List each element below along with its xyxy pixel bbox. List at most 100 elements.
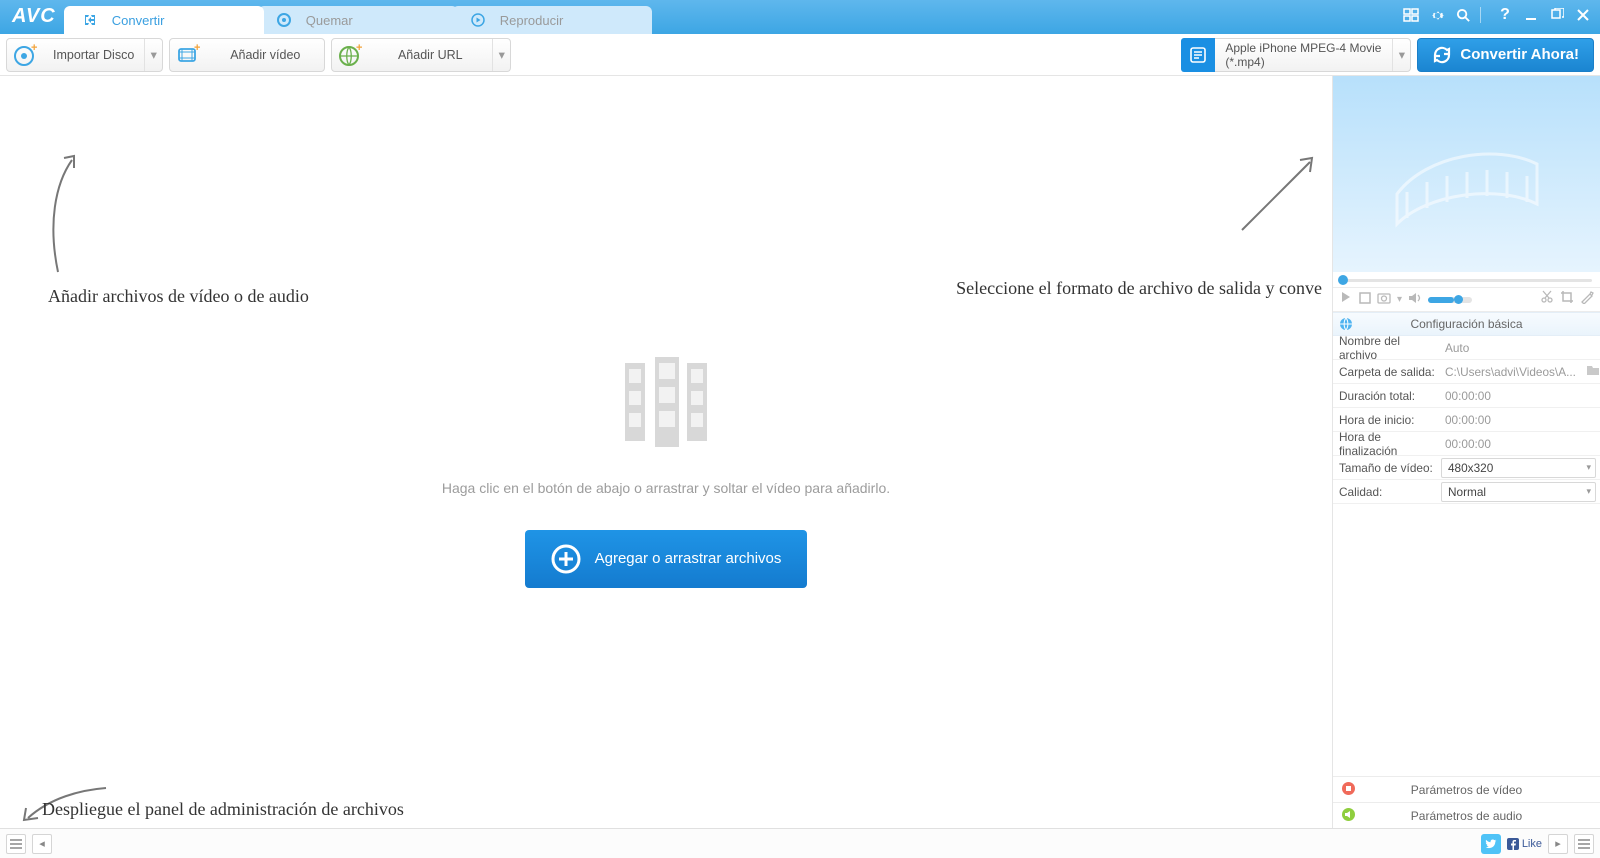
row-start-time: Hora de inicio:00:00:00 [1333, 408, 1600, 432]
play-icon [470, 12, 486, 28]
convert-icon [82, 12, 98, 28]
tab-label: Reproducir [500, 13, 564, 28]
preview-pane [1333, 76, 1600, 272]
collapse-right-icon[interactable]: ▸ [1548, 834, 1568, 854]
options-icon[interactable] [1402, 6, 1420, 24]
window-controls: ? [1402, 6, 1592, 24]
close-button[interactable] [1574, 6, 1592, 24]
video-size-select[interactable]: 480x320▾ [1441, 458, 1596, 478]
burn-icon [276, 12, 292, 28]
tab-label: Convertir [112, 13, 165, 28]
basic-config-header: Configuración básica [1333, 312, 1600, 336]
snapshot-icon[interactable] [1377, 291, 1391, 309]
maximize-button[interactable] [1548, 6, 1566, 24]
settings-icon[interactable] [1428, 6, 1446, 24]
seek-bar[interactable] [1333, 272, 1600, 288]
chevron-down-icon[interactable]: ▾ [1392, 39, 1410, 71]
button-label: Convertir Ahora! [1460, 46, 1579, 63]
row-output-folder: Carpeta de salida:C:\Users\advi\Videos\A… [1333, 360, 1600, 384]
import-disc-button[interactable]: + Importar Disco ▾ [6, 38, 163, 72]
add-url-button[interactable]: + Añadir URL ▾ [331, 38, 511, 72]
effects-icon[interactable] [1580, 290, 1594, 309]
arrow-hint-icon [1238, 154, 1318, 234]
globe-icon [1339, 317, 1353, 331]
hint-add-files: Añadir archivos de vídeo o de audio [48, 286, 309, 307]
button-label: Añadir vídeo [206, 48, 324, 62]
folder-icon[interactable] [1586, 364, 1600, 379]
chevron-down-icon[interactable]: ▾ [492, 39, 510, 71]
toolbar: + Importar Disco ▾ + Añadir vídeo + Añad… [0, 34, 1600, 76]
help-icon[interactable]: ? [1496, 6, 1514, 24]
tab-label: Quemar [306, 13, 353, 28]
footer: ◂ Like ▸ [0, 828, 1600, 858]
volume-slider[interactable] [1428, 297, 1472, 303]
button-label: Agregar o arrastrar archivos [595, 550, 782, 567]
chevron-down-icon: ▾ [1586, 462, 1591, 473]
search-icon[interactable] [1454, 6, 1472, 24]
tab-convert[interactable]: Convertir [64, 6, 264, 34]
video-params-icon [1341, 781, 1356, 799]
tab-burn[interactable]: Quemar [258, 6, 458, 34]
output-profile-selector[interactable]: Apple iPhone MPEG-4 Movie (*.mp4) ▾ [1181, 38, 1411, 72]
svg-text:+: + [356, 43, 362, 54]
add-drag-files-button[interactable]: Agregar o arrastrar archivos [525, 530, 808, 588]
facebook-icon [1507, 838, 1519, 850]
app-logo: AVC [0, 5, 70, 34]
list-view-icon[interactable] [1574, 834, 1594, 854]
button-label: Parámetros de vídeo [1411, 783, 1522, 797]
quality-select[interactable]: Normal▾ [1441, 482, 1596, 502]
disc-icon: + [11, 41, 39, 69]
hint-select-output: Seleccione el formato de archivo de sali… [956, 278, 1322, 299]
twitter-icon[interactable] [1481, 834, 1501, 854]
button-label: Parámetros de audio [1411, 809, 1522, 823]
button-label: Añadir URL [368, 48, 492, 62]
play-icon[interactable] [1339, 290, 1353, 309]
collapse-left-icon[interactable]: ◂ [32, 834, 52, 854]
add-video-button[interactable]: + Añadir vídeo [169, 38, 325, 72]
profile-icon [1181, 38, 1215, 72]
like-label: Like [1522, 838, 1542, 850]
drop-area[interactable]: Añadir archivos de vídeo o de audio Sele… [0, 76, 1332, 828]
film-reel-icon [621, 357, 711, 452]
row-filename: Nombre del archivoAuto [1333, 336, 1600, 360]
chevron-down-icon[interactable]: ▾ [1397, 294, 1402, 305]
svg-text:+: + [194, 43, 200, 54]
divider [1480, 7, 1488, 23]
chevron-down-icon: ▾ [1586, 486, 1591, 497]
volume-icon[interactable] [1408, 291, 1422, 309]
cut-icon[interactable] [1540, 290, 1554, 309]
facebook-like-button[interactable]: Like [1507, 838, 1542, 850]
crop-icon[interactable] [1560, 290, 1574, 309]
header-label: Configuración básica [1410, 317, 1522, 331]
stop-icon[interactable] [1359, 291, 1371, 309]
convert-now-button[interactable]: Convertir Ahora! [1417, 38, 1594, 72]
minimize-button[interactable] [1522, 6, 1540, 24]
profile-label: Apple iPhone MPEG-4 Movie (*.mp4) [1215, 41, 1392, 69]
row-end-time: Hora de finalización00:00:00 [1333, 432, 1600, 456]
audio-params-icon [1341, 807, 1356, 825]
drop-instruction: Haga clic en el botón de abajo o arrastr… [442, 480, 890, 496]
title-bar: AVC Convertir Quemar Reproducir ? [0, 0, 1600, 34]
globe-icon: + [336, 41, 364, 69]
arrow-hint-icon [40, 154, 90, 274]
refresh-icon [1432, 45, 1452, 65]
chevron-down-icon[interactable]: ▾ [144, 39, 162, 71]
hint-expand-panel: Despliegue el panel de administración de… [42, 799, 404, 820]
svg-text:+: + [31, 43, 37, 54]
right-panel: ▾ Configuración básica Nombre del archiv… [1332, 76, 1600, 828]
button-label: Importar Disco [43, 48, 144, 62]
audio-params-button[interactable]: Parámetros de audio [1333, 802, 1600, 828]
row-duration: Duración total:00:00:00 [1333, 384, 1600, 408]
plus-circle-icon [551, 544, 581, 574]
preview-controls: ▾ [1333, 288, 1600, 312]
film-strip-icon [1377, 114, 1557, 234]
video-icon: + [174, 41, 202, 69]
video-params-button[interactable]: Parámetros de vídeo [1333, 776, 1600, 802]
tab-play[interactable]: Reproducir [452, 6, 652, 34]
drop-center: Haga clic en el botón de abajo o arrastr… [10, 86, 1322, 818]
row-video-size: Tamaño de vídeo:480x320▾ [1333, 456, 1600, 480]
row-quality: Calidad:Normal▾ [1333, 480, 1600, 504]
main-tabs: Convertir Quemar Reproducir [70, 0, 652, 34]
list-view-icon[interactable] [6, 834, 26, 854]
main-area: Añadir archivos de vídeo o de audio Sele… [0, 76, 1600, 828]
